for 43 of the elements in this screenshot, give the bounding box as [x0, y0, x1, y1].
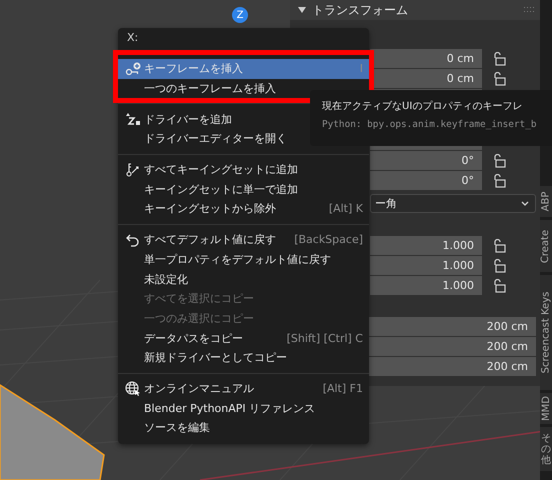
sidebar-tab[interactable]: Screencast Keys — [540, 275, 552, 390]
tooltip-description: 現在アクティブなUIのプロパティのキーフレ — [322, 100, 524, 113]
cube-drawing[interactable] — [0, 384, 105, 480]
padlock-icon[interactable] — [492, 238, 506, 252]
padlock-icon[interactable] — [492, 174, 506, 188]
chevron-icon — [521, 200, 529, 206]
padlock-icon[interactable] — [492, 278, 506, 292]
padlock-icon[interactable] — [492, 154, 506, 168]
menu-item[interactable]: キーフレームを挿入 I — [118, 59, 369, 79]
collapse-arrow-icon — [298, 7, 306, 13]
value-field[interactable]: 0 cm — [370, 49, 482, 68]
padlock-icon[interactable] — [492, 258, 506, 272]
panel-title: トランスフォーム — [312, 2, 409, 18]
value-field[interactable]: 1.000 — [370, 236, 482, 255]
menu-title: X: — [126, 30, 140, 46]
menu-item[interactable]: キーイングセットに単一で追加 — [118, 179, 369, 200]
menu-item[interactable]: Blender PythonAPI リファレンス — [118, 398, 369, 418]
key-icon — [125, 162, 141, 177]
value-field[interactable]: 1.000 — [370, 276, 482, 295]
menu-item[interactable]: キーイングセットから除外 [Alt] K — [118, 199, 369, 219]
globe-icon — [125, 380, 141, 396]
menu-item[interactable]: すべてキーイングセットに追加 — [118, 160, 369, 180]
undo-arrow-icon — [125, 232, 141, 247]
rotation-mode-dropdown[interactable]: ー角 — [370, 194, 536, 213]
menu-item[interactable]: オンラインマニュアル [Alt] F1 — [118, 378, 369, 398]
tooltip-python: Python: bpy.ops.anim.keyframe_insert_b — [322, 119, 538, 130]
sidebar-tab[interactable]: その他 — [540, 427, 552, 471]
menu-item[interactable]: 未設定化 — [118, 269, 369, 289]
axis-gizmo[interactable]: Z — [232, 7, 248, 23]
sidebar-tab[interactable]: ABP — [540, 186, 552, 217]
menu-item[interactable]: ソースを編集 — [118, 418, 369, 438]
driver-icon — [125, 112, 141, 126]
padlock-icon[interactable] — [492, 52, 506, 66]
panel-header[interactable]: トランスフォーム — [290, 0, 540, 20]
menu-item[interactable]: すべてデフォルト値に戻す [BackSpace] — [118, 230, 369, 250]
sidebar-tab[interactable]: MMD — [540, 393, 552, 424]
key-plus-icon — [125, 62, 141, 76]
value-field[interactable]: 1.000 — [370, 256, 482, 275]
padlock-icon[interactable] — [492, 72, 506, 86]
sidebar-tab[interactable]: Create — [540, 220, 552, 272]
value-field[interactable]: 0° — [370, 151, 482, 170]
value-field[interactable]: 0° — [370, 171, 482, 190]
menu-item[interactable]: 単一プロパティをデフォルト値に戻す — [118, 250, 369, 270]
